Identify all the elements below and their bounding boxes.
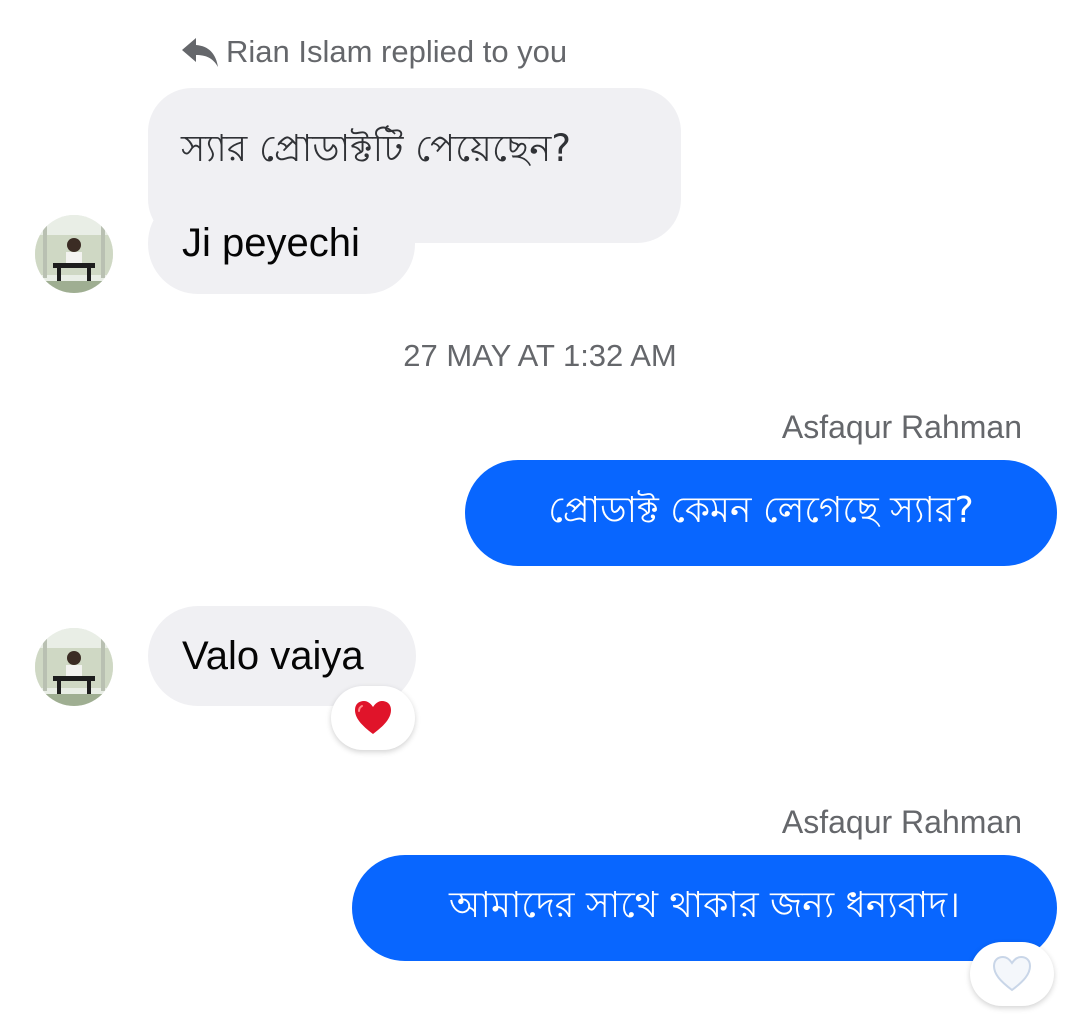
reply-arrow-icon: [182, 38, 218, 67]
avatar-photo: [35, 215, 113, 293]
sender-name: Asfaqur Rahman: [781, 409, 1022, 445]
avatar-photo: [35, 628, 113, 706]
outgoing-message-bubble[interactable]: প্রোডাক্ট কেমন লেগেছে স্যার?: [465, 460, 1057, 566]
heart-outline-icon: [992, 955, 1032, 992]
message-text: Valo vaiya: [182, 633, 364, 678]
reaction-badge[interactable]: [970, 942, 1054, 1006]
avatar[interactable]: [35, 215, 113, 293]
avatar[interactable]: [35, 628, 113, 706]
reply-header: Rian Islam replied to you: [180, 30, 567, 74]
timestamp: 27 MAY AT 1:32 AM: [403, 338, 677, 373]
outgoing-message-bubble[interactable]: আমাদের সাথে থাকার জন্য ধন্যবাদ।: [352, 855, 1057, 961]
sender-name: Asfaqur Rahman: [781, 804, 1022, 840]
message-text: প্রোডাক্ট কেমন লেগেছে স্যার?: [548, 490, 974, 531]
reaction-badge[interactable]: [331, 686, 415, 750]
reply-header-text: Rian Islam replied to you: [226, 34, 568, 69]
heart-icon: [355, 701, 391, 734]
message-text: Ji peyechi: [182, 221, 360, 265]
quoted-message-text: স্যার প্রোডাক্টটি পেয়েছেন?: [181, 127, 571, 170]
incoming-message-bubble[interactable]: Ji peyechi: [148, 193, 415, 294]
message-text: আমাদের সাথে থাকার জন্য ধন্যবাদ।: [448, 885, 961, 926]
